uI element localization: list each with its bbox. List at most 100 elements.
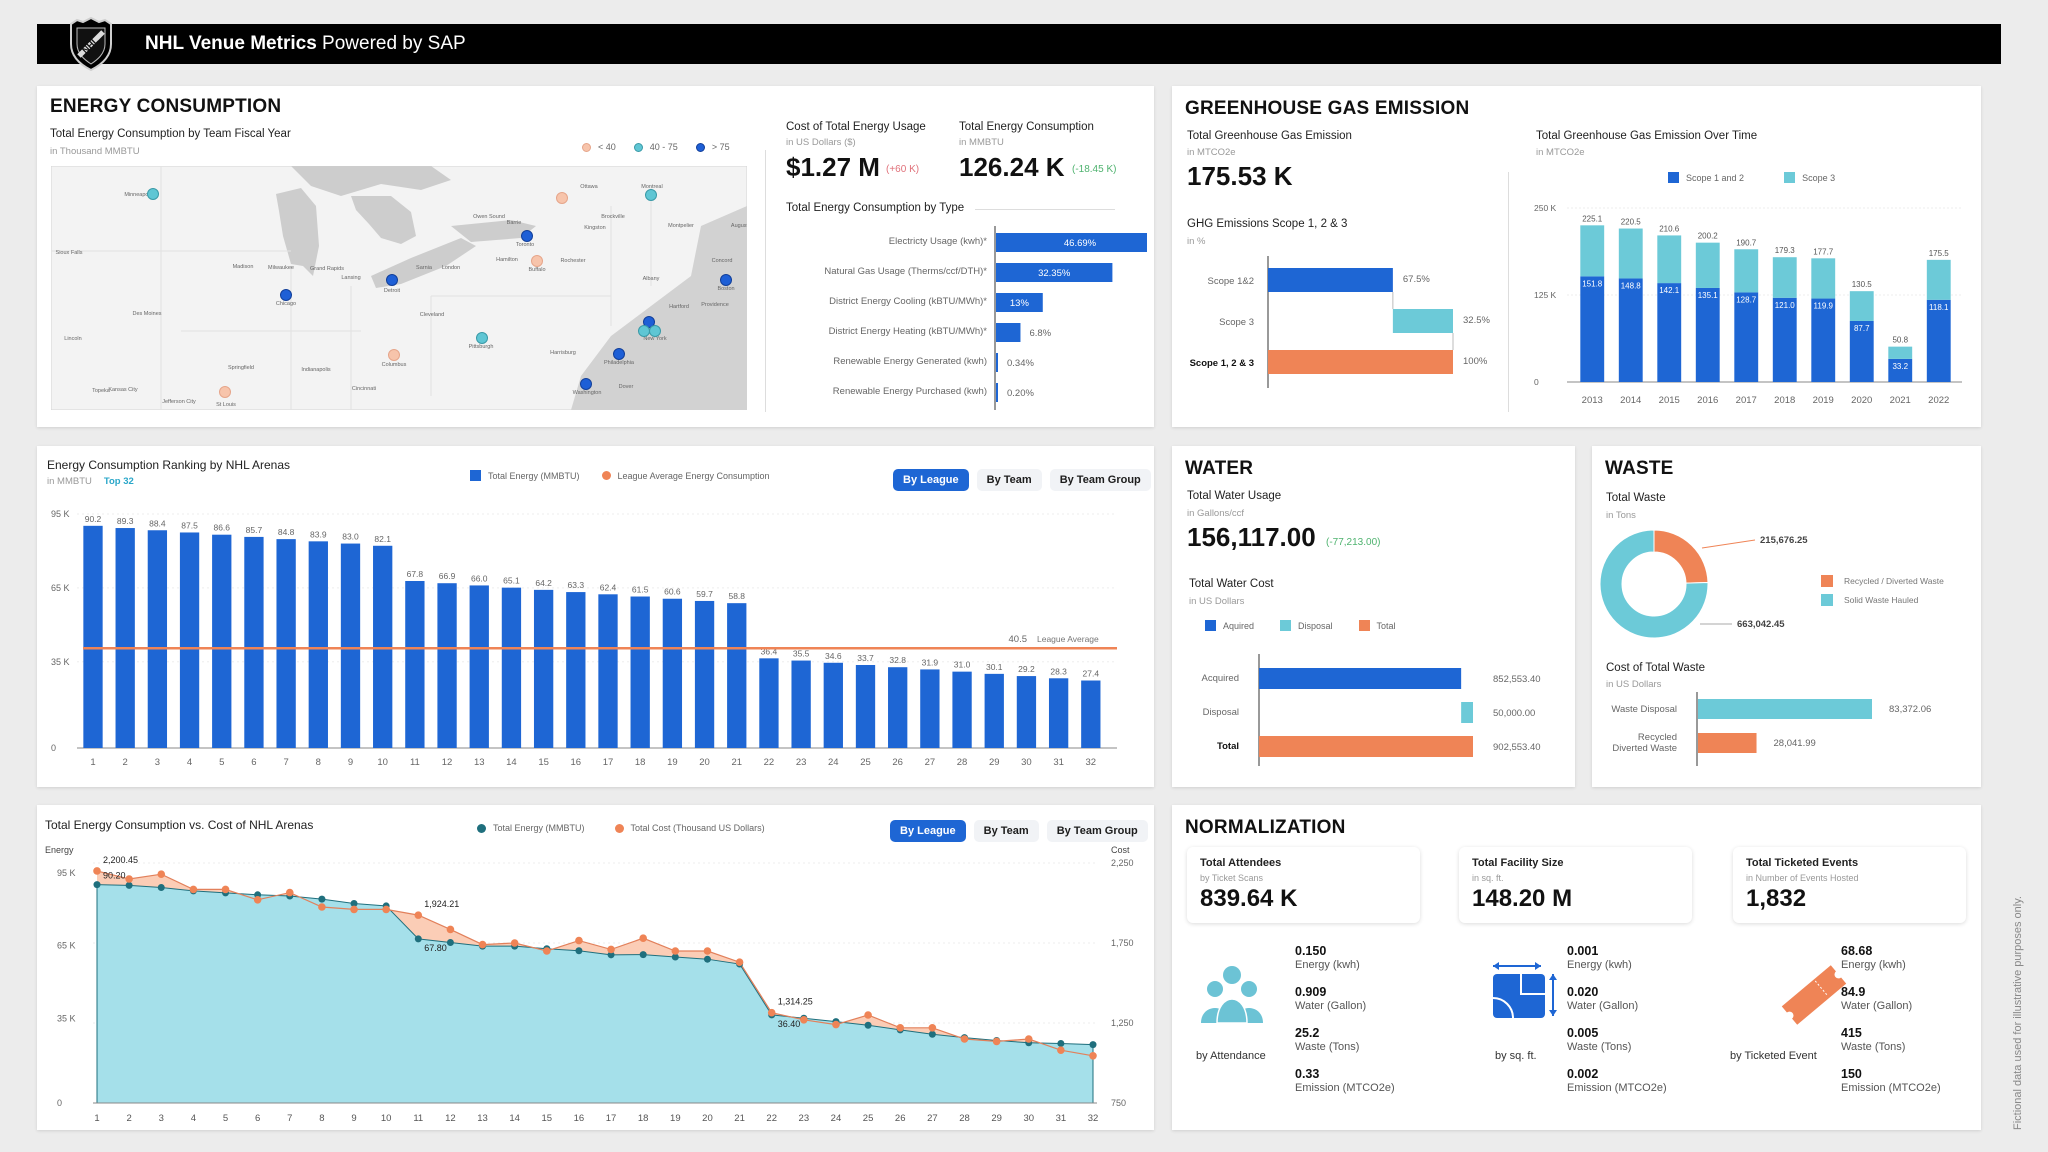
bar-value-label: 67.8 (407, 569, 424, 579)
left-tick-label: 0 (57, 1098, 62, 1108)
map-place-label: London (442, 265, 460, 271)
scope-value-label: 32.5% (1463, 315, 1490, 326)
energy-point (157, 884, 165, 892)
map-place-label: Columbus (382, 362, 407, 368)
by-team-button[interactable]: By Team (976, 469, 1042, 491)
y-tick-label: 65 K (51, 583, 70, 593)
right-tick-label: 2,250 (1111, 858, 1134, 868)
x-tick-label: 14 (509, 1113, 520, 1124)
waste-cost-label: Waste Disposal (1611, 704, 1677, 715)
x-tick-label: 11 (413, 1113, 423, 1124)
map-place-label: Pittsburgh (469, 344, 494, 350)
bar-value-label: 66.0 (471, 573, 488, 583)
norm-metric-value: 415 (1841, 1026, 1862, 1040)
cost-kpi-unit: in US Dollars ($) (786, 137, 856, 148)
ranking-bar (694, 600, 715, 748)
x-tick-label: 15 (542, 1113, 553, 1124)
leader-line (1701, 539, 1756, 549)
norm-kpi-unit: in sq. ft. (1472, 873, 1504, 883)
legend-total-energy: Total Energy (MMBTU) (477, 823, 585, 833)
nhl-shield-logo: NHL (70, 16, 112, 72)
map-place-label: Concord (712, 258, 733, 264)
x-tick-label: 27 (925, 757, 936, 768)
type-value-label: 0.20% (1007, 388, 1034, 399)
ghg-time-title: Total Greenhouse Gas Emission Over Time (1536, 130, 1758, 142)
water-cost-value: 902,553.40 (1493, 742, 1541, 753)
bar-total-label: 179.3 (1775, 246, 1796, 255)
bar-value-label: 58.8 (728, 591, 745, 601)
map-place-label: Springfield (228, 365, 254, 371)
bar-value-label: 84.8 (278, 527, 295, 537)
ghg-kpi-value: 175.53 K (1187, 161, 1293, 191)
by-league-button[interactable]: By League (893, 469, 969, 491)
bar-total-label: 175.5 (1929, 249, 1950, 258)
bar-scope-1-2 (1772, 297, 1797, 382)
energy-point (93, 881, 101, 889)
bar-value-label: 62.4 (600, 582, 617, 592)
norm-metric: 0.001 Energy (kwh) (1567, 944, 1632, 972)
norm-metric: 68.68 Energy (kwh) (1841, 944, 1906, 972)
consumption-kpi-title: Total Energy Consumption (959, 121, 1094, 133)
by-team-button[interactable]: By Team (973, 820, 1039, 842)
slice-label: 663,042.45 (1737, 619, 1785, 630)
legend-scope-3: Scope 3 (1784, 172, 1835, 183)
legend-swatch (1821, 575, 1833, 587)
by-team-group-button[interactable]: By Team Group (1046, 820, 1148, 842)
map-marker-st-louis (219, 386, 231, 398)
x-tick-label: 22 (766, 1113, 777, 1124)
ranking-bar (115, 528, 135, 748)
map-place-label: Augusta (731, 223, 747, 229)
bar-total-label: 220.5 (1621, 218, 1642, 227)
map-place-label: Toronto (516, 242, 534, 248)
cost-point (93, 867, 101, 875)
water-cost-unit: in US Dollars (1189, 596, 1245, 607)
norm-caption: by Attendance (1196, 1050, 1266, 1062)
map-place-label: St Louis (216, 402, 236, 408)
league-average-label: League Average (1037, 634, 1099, 644)
energy-point (125, 881, 133, 889)
waste-cost-chart: Waste Disposal 83,372.06 RecycledDiverted … (1611, 692, 1931, 766)
scope-label: Scope 1, 2 & 3 (1190, 358, 1254, 369)
map-place-label: Montpelier (668, 223, 694, 229)
ranking-title: Energy Consumption Ranking by NHL Arenas (47, 458, 291, 472)
scope-label: Scope 3 (1219, 317, 1254, 328)
norm-metric-label: Emission (MTCO2e) (1295, 1082, 1395, 1094)
x-tick-label: 10 (377, 757, 388, 768)
norm-metric-label: Water (Gallon) (1567, 1000, 1639, 1012)
ranking-bar (1081, 680, 1101, 748)
x-tick-label: 22 (764, 757, 775, 768)
x-tick-label: 4 (187, 757, 192, 768)
x-tick-label: 10 (381, 1113, 392, 1124)
top-filter-tag[interactable]: Top 32 (104, 476, 134, 487)
app-title: NHL Venue Metrics Powered by SAP (145, 33, 466, 54)
cost-point (800, 1016, 808, 1024)
energy-map[interactable]: MinneapolisSioux FallsMadison Milwaukee Gr… (51, 166, 747, 410)
map-place-label: Albany (643, 276, 660, 282)
ranking-bar (791, 660, 811, 748)
cost-data-label: 2,200.45 (103, 855, 138, 865)
bar-inner-label: 135.1 (1698, 291, 1719, 300)
x-tick-label: 15 (538, 757, 549, 768)
x-tick-label: 18 (638, 1113, 649, 1124)
waste-total-title: Total Waste (1606, 492, 1666, 504)
x-tick-label: 8 (316, 757, 321, 768)
cost-point (703, 947, 712, 955)
water-kpi-title: Total Water Usage (1187, 490, 1282, 502)
by-league-button[interactable]: By League (890, 820, 966, 842)
norm-metric: 150 Emission (MTCO2e) (1841, 1067, 1941, 1095)
waste-total-unit: in Tons (1606, 510, 1636, 521)
map-place-label: Cincinnati (352, 386, 376, 392)
ranking-bar (598, 594, 618, 748)
x-tick-label: 3 (155, 757, 160, 768)
legend-total-cost: Total Cost (Thousand US Dollars) (614, 823, 765, 833)
map-place-label: Kansas City (108, 387, 138, 393)
norm-kpi-unit: by Ticket Scans (1200, 873, 1264, 883)
norm-kpi-value: 839.64 K (1200, 885, 1298, 912)
type-label: Natural Gas Usage (Therms/ccf/DTH)* (824, 266, 987, 277)
x-tick-label: 2019 (1813, 395, 1834, 406)
ranking-bar (405, 580, 425, 748)
norm-kpi-value: 148.20 M (1472, 885, 1573, 912)
type-value-label: 6.8% (1029, 328, 1051, 339)
by-team-group-button[interactable]: By Team Group (1049, 469, 1151, 491)
norm-metric-value: 0.33 (1295, 1067, 1320, 1081)
